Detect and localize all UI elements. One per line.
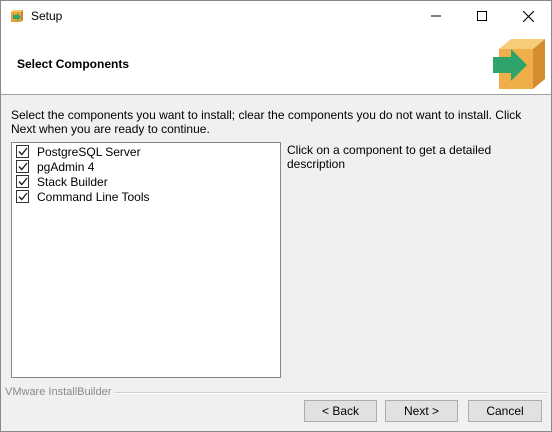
back-button[interactable]: < Back bbox=[304, 400, 377, 422]
setup-window: Setup Select Components Select the compo… bbox=[0, 0, 552, 432]
component-label: Stack Builder bbox=[37, 174, 108, 189]
component-item-postgresql-server[interactable]: PostgreSQL Server bbox=[16, 144, 141, 159]
maximize-icon bbox=[477, 11, 487, 21]
component-checkbox[interactable] bbox=[16, 145, 29, 158]
component-label: PostgreSQL Server bbox=[37, 144, 141, 159]
checkmark-icon bbox=[17, 147, 28, 156]
app-icon bbox=[11, 10, 23, 22]
title-bar[interactable]: Setup bbox=[1, 1, 551, 31]
component-description: Click on a component to get a detailed d… bbox=[287, 143, 492, 171]
component-checkbox[interactable] bbox=[16, 190, 29, 203]
installer-brand: VMware InstallBuilder bbox=[5, 386, 115, 398]
instructions-text: Select the components you want to instal… bbox=[11, 108, 522, 136]
wizard-header: Select Components bbox=[1, 31, 551, 95]
close-button[interactable] bbox=[505, 1, 551, 31]
page-title: Select Components bbox=[17, 57, 130, 71]
component-item-pgadmin[interactable]: pgAdmin 4 bbox=[16, 159, 94, 174]
components-list[interactable]: PostgreSQL Server pgAdmin 4 Stack Builde… bbox=[11, 142, 281, 378]
component-checkbox[interactable] bbox=[16, 175, 29, 188]
minimize-button[interactable] bbox=[413, 1, 459, 31]
maximize-button[interactable] bbox=[459, 1, 505, 31]
component-checkbox[interactable] bbox=[16, 160, 29, 173]
window-title: Setup bbox=[31, 9, 63, 23]
minimize-icon bbox=[431, 15, 441, 17]
checkmark-icon bbox=[17, 162, 28, 171]
close-icon bbox=[522, 10, 534, 22]
component-label: pgAdmin 4 bbox=[37, 159, 95, 174]
checkmark-icon bbox=[17, 177, 28, 186]
component-item-command-line-tools[interactable]: Command Line Tools bbox=[16, 189, 150, 204]
checkmark-icon bbox=[17, 192, 28, 201]
cancel-button[interactable]: Cancel bbox=[468, 400, 542, 422]
component-label: Command Line Tools bbox=[37, 189, 150, 204]
next-button[interactable]: Next > bbox=[385, 400, 458, 422]
component-item-stack-builder[interactable]: Stack Builder bbox=[16, 174, 108, 189]
installer-box-arrow-icon bbox=[493, 39, 545, 89]
